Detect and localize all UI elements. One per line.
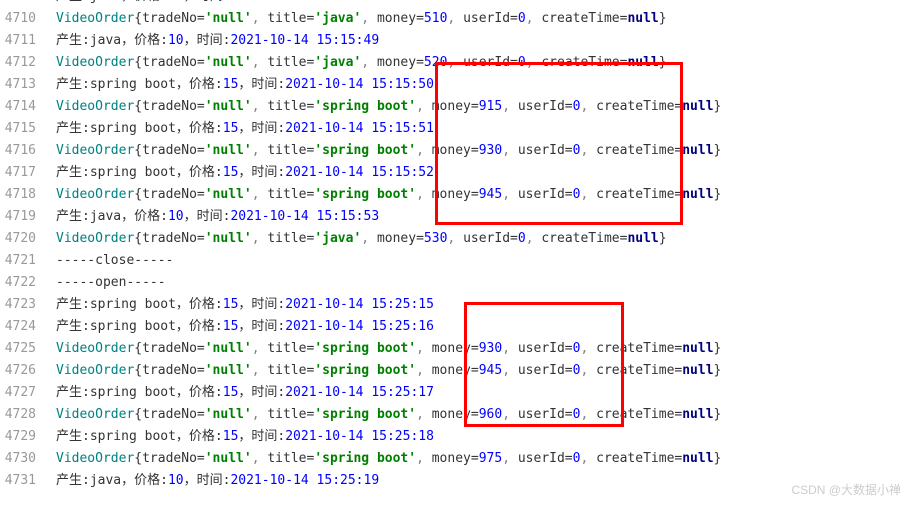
log-line: 4711产生:java，价格:10，时间:2021-10-14 15:15:49 [0, 30, 909, 52]
log-content: 产生:spring boot，价格:15，时间:2021-10-14 15:25… [56, 382, 909, 404]
log-content: VideoOrder{tradeNo='null', title='spring… [56, 140, 909, 162]
log-line: 4723产生:spring boot，价格:15，时间:2021-10-14 1… [0, 294, 909, 316]
log-line: 4713产生:spring boot，价格:15，时间:2021-10-14 1… [0, 74, 909, 96]
line-number: 4722 [0, 272, 56, 294]
line-number: 4730 [0, 448, 56, 470]
log-line: 4729产生:spring boot，价格:15，时间:2021-10-14 1… [0, 426, 909, 448]
log-line: 4724产生:spring boot，价格:15，时间:2021-10-14 1… [0, 316, 909, 338]
log-content: -----open----- [56, 272, 909, 294]
log-content: VideoOrder{tradeNo='null', title='java',… [56, 8, 909, 30]
log-content: 产生:spring boot，价格:15，时间:2021-10-14 15:15… [56, 118, 909, 140]
log-line: 4727产生:spring boot，价格:15，时间:2021-10-14 1… [0, 382, 909, 404]
line-number: 4728 [0, 404, 56, 426]
log-line: 4714VideoOrder{tradeNo='null', title='sp… [0, 96, 909, 118]
line-number: 4721 [0, 250, 56, 272]
log-line: 4718VideoOrder{tradeNo='null', title='sp… [0, 184, 909, 206]
line-number: 4726 [0, 360, 56, 382]
log-content: 产生:spring boot，价格:15，时间:2021-10-14 15:15… [56, 162, 909, 184]
log-content: 产生:java，价格:10，时间:2021-10-14 15:15:48 [56, 0, 909, 8]
log-line: 4709产生:java，价格:10，时间:2021-10-14 15:15:48 [0, 0, 909, 8]
log-line: 4715产生:spring boot，价格:15，时间:2021-10-14 1… [0, 118, 909, 140]
log-content: 产生:java，价格:10，时间:2021-10-14 15:15:49 [56, 30, 909, 52]
line-number: 4711 [0, 30, 56, 52]
log-content: 产生:spring boot，价格:15，时间:2021-10-14 15:25… [56, 294, 909, 316]
line-number: 4718 [0, 184, 56, 206]
line-number: 4717 [0, 162, 56, 184]
line-number: 4715 [0, 118, 56, 140]
line-number: 4725 [0, 338, 56, 360]
log-line: 4728VideoOrder{tradeNo='null', title='sp… [0, 404, 909, 426]
log-content: VideoOrder{tradeNo='null', title='spring… [56, 404, 909, 426]
line-number: 4713 [0, 74, 56, 96]
log-content: 产生:spring boot，价格:15，时间:2021-10-14 15:25… [56, 316, 909, 338]
line-number: 4731 [0, 470, 56, 492]
log-line: 4721-----close----- [0, 250, 909, 272]
log-line: 4730VideoOrder{tradeNo='null', title='sp… [0, 448, 909, 470]
line-number: 4727 [0, 382, 56, 404]
line-number: 4720 [0, 228, 56, 250]
log-line: 4731产生:java，价格:10，时间:2021-10-14 15:25:19 [0, 470, 909, 492]
log-line: 4712VideoOrder{tradeNo='null', title='ja… [0, 52, 909, 74]
line-number: 4723 [0, 294, 56, 316]
line-number: 4714 [0, 96, 56, 118]
line-number: 4716 [0, 140, 56, 162]
log-content: VideoOrder{tradeNo='null', title='spring… [56, 360, 909, 382]
line-number: 4712 [0, 52, 56, 74]
log-line: 4719产生:java，价格:10，时间:2021-10-14 15:15:53 [0, 206, 909, 228]
line-number: 4709 [0, 0, 56, 8]
line-number: 4710 [0, 8, 56, 30]
log-content: 产生:spring boot，价格:15，时间:2021-10-14 15:15… [56, 74, 909, 96]
log-content: VideoOrder{tradeNo='null', title='java',… [56, 52, 909, 74]
log-content: VideoOrder{tradeNo='null', title='spring… [56, 448, 909, 470]
log-content: VideoOrder{tradeNo='null', title='spring… [56, 96, 909, 118]
watermark: CSDN @大数据小禅 [791, 479, 901, 501]
log-content: 产生:spring boot，价格:15，时间:2021-10-14 15:25… [56, 426, 909, 448]
log-line: 4725VideoOrder{tradeNo='null', title='sp… [0, 338, 909, 360]
line-number: 4719 [0, 206, 56, 228]
log-content: -----close----- [56, 250, 909, 272]
line-number: 4724 [0, 316, 56, 338]
console-output: 4709产生:java，价格:10，时间:2021-10-14 15:15:48… [0, 0, 909, 492]
log-line: 4722-----open----- [0, 272, 909, 294]
log-content: 产生:java，价格:10，时间:2021-10-14 15:15:53 [56, 206, 909, 228]
line-number: 4729 [0, 426, 56, 448]
log-content: VideoOrder{tradeNo='null', title='spring… [56, 338, 909, 360]
log-line: 4710VideoOrder{tradeNo='null', title='ja… [0, 8, 909, 30]
log-line: 4716VideoOrder{tradeNo='null', title='sp… [0, 140, 909, 162]
log-line: 4717产生:spring boot，价格:15，时间:2021-10-14 1… [0, 162, 909, 184]
log-content: 产生:java，价格:10，时间:2021-10-14 15:25:19 [56, 470, 909, 492]
log-content: VideoOrder{tradeNo='null', title='java',… [56, 228, 909, 250]
log-line: 4720VideoOrder{tradeNo='null', title='ja… [0, 228, 909, 250]
log-line: 4726VideoOrder{tradeNo='null', title='sp… [0, 360, 909, 382]
log-content: VideoOrder{tradeNo='null', title='spring… [56, 184, 909, 206]
